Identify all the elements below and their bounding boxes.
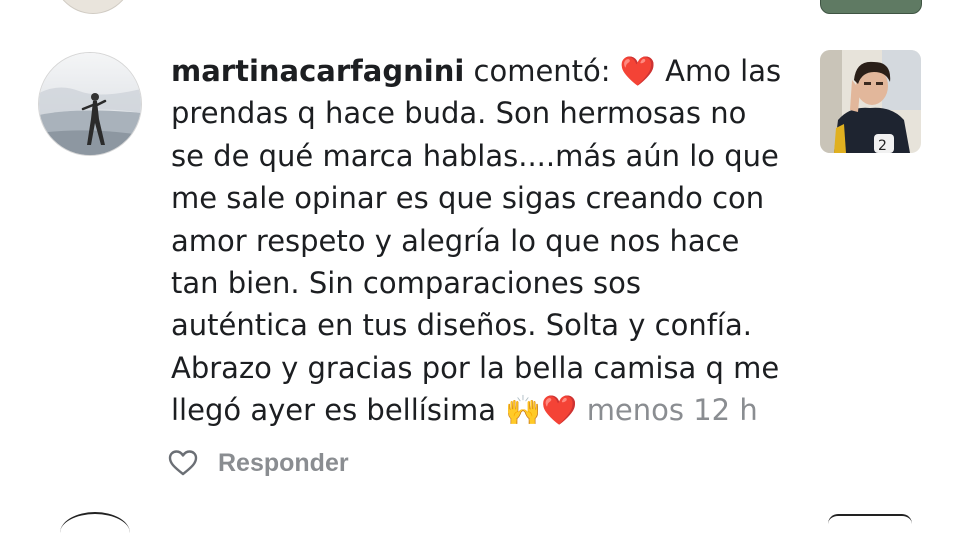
comment-line: Abrazo y gracias por la bella camisa q m…	[171, 350, 780, 385]
comment-actions: Responder	[168, 446, 349, 480]
comment-username[interactable]: martinacarfagnini	[171, 54, 464, 88]
post-thumbnail-photo: 2	[820, 50, 921, 153]
comment-line: amor respeto y alegría lo que nos hace	[171, 223, 740, 258]
comment-action: comentó:	[473, 54, 611, 88]
comment-line: me sale opinar es que sigas creando con	[171, 181, 765, 216]
post-thumbnail[interactable]: 2	[820, 50, 921, 153]
raising-hands-emoji-icon: 🙌	[505, 393, 542, 428]
next-comment-avatar[interactable]	[60, 512, 130, 554]
heart-outline-icon[interactable]	[168, 448, 198, 478]
avatar-photo	[39, 53, 141, 155]
avatar[interactable]	[38, 52, 142, 156]
reply-button[interactable]: Responder	[218, 449, 349, 478]
heart-emoji-icon: ❤️	[541, 393, 578, 428]
comment-line: tan bien. Sin comparaciones sos	[171, 266, 641, 301]
previous-post-thumbnail[interactable]	[820, 0, 922, 14]
comment-line: llegó ayer es bellísima	[171, 393, 497, 428]
comment-line: prendas q hace buda. Son hermosas no	[171, 96, 747, 131]
heart-emoji-icon: ❤️	[619, 54, 656, 88]
comment-line: se de qué marca hablas....más aún lo que	[171, 138, 779, 173]
comment-line: Amo las	[665, 54, 782, 88]
comment-timestamp: menos 12 h	[586, 393, 758, 428]
comment-body: martinacarfagnini comentó: ❤️ Amo las pr…	[171, 50, 796, 432]
next-post-thumbnail[interactable]	[828, 514, 912, 526]
previous-comment-avatar[interactable]	[52, 0, 134, 14]
svg-text:2: 2	[878, 138, 887, 153]
comment-line: auténtica en tus diseños. Solta y confía…	[171, 308, 752, 343]
